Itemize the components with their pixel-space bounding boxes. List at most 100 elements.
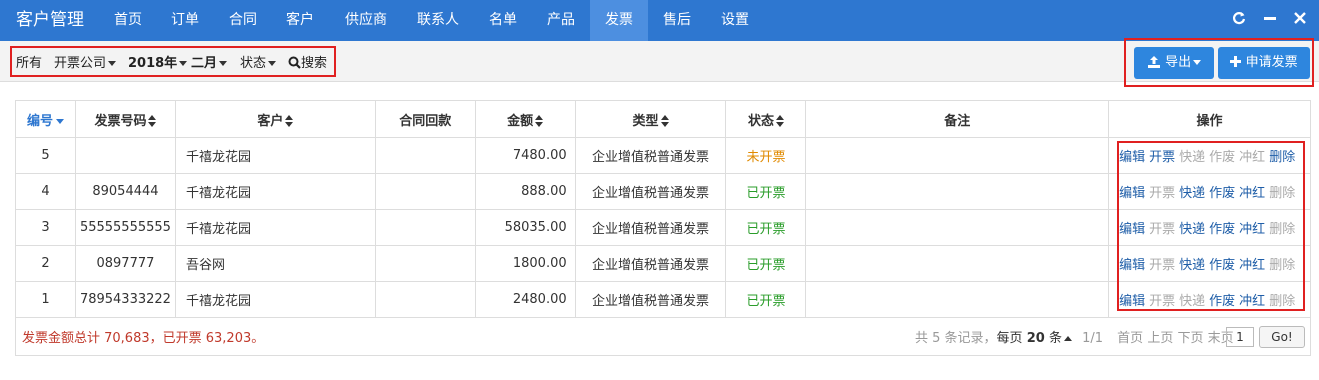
header-amount-label: 金额 (507, 113, 534, 129)
close-icon[interactable] (1290, 10, 1310, 30)
sort-icon (660, 115, 669, 127)
record-count: 共 5 条记录， (915, 331, 997, 346)
header-customer[interactable]: 客户 (174, 100, 376, 138)
filter-status-dropdown[interactable]: 状态 (240, 52, 277, 71)
cell-customer: 千禧龙花园 (174, 281, 376, 318)
header-status[interactable]: 状态 (725, 100, 807, 138)
per-page-dropdown[interactable]: 20 (1027, 331, 1045, 346)
nav-item-contracts[interactable]: 合同 (215, 0, 271, 41)
search-icon (288, 56, 301, 69)
filter-all[interactable]: 所有 (16, 52, 42, 71)
minimize-icon[interactable] (1260, 10, 1280, 30)
filter-month-label: 二月 (191, 56, 218, 71)
cell-invoice-no: 89054444 (74, 173, 176, 210)
per-page-prefix: 每页 (996, 331, 1023, 346)
header-contract-payment: 合同回款 (374, 100, 476, 138)
cell-amount: 2480.00 (474, 281, 576, 318)
plus-icon (1230, 56, 1242, 67)
refresh-icon[interactable] (1229, 10, 1249, 30)
prev-page-link[interactable]: 上页 (1147, 331, 1173, 346)
filter-year-dropdown[interactable]: 2018年 (128, 52, 188, 71)
apply-invoice-button[interactable]: 申请发票 (1218, 47, 1310, 79)
cell-status: 未开票 (725, 137, 807, 174)
per-page-suffix: 条 (1048, 331, 1062, 346)
header-customer-label: 客户 (257, 113, 284, 129)
cell-remark (805, 245, 1110, 282)
cell-contract-payment (374, 137, 476, 174)
chevron-down-icon (219, 61, 228, 66)
filter-company-label: 开票公司 (54, 56, 107, 71)
cell-contract-payment (374, 173, 476, 210)
cell-amount: 1800.00 (474, 245, 576, 282)
sort-icon (775, 115, 784, 127)
nav-item-after-sales[interactable]: 售后 (649, 0, 705, 41)
top-navbar: 客户管理 首页 订单 合同 客户 供应商 联系人 名单 产品 发票 售后 设置 (0, 0, 1319, 41)
invoice-summary: 发票金额总计 70,683，已开票 63,203。 (22, 331, 265, 346)
upload-icon (1147, 56, 1160, 68)
header-remark: 备注 (805, 100, 1110, 138)
page-number-input[interactable]: 1 (1226, 327, 1254, 347)
header-type-label: 类型 (632, 113, 659, 129)
nav-item-orders[interactable]: 订单 (157, 0, 213, 41)
header-id[interactable]: 编号 (15, 100, 76, 138)
chevron-down-icon (179, 61, 188, 66)
app-title: 客户管理 (16, 10, 84, 30)
cell-customer: 千禧龙花园 (174, 137, 376, 174)
cell-id: 3 (15, 209, 76, 246)
filter-company-dropdown[interactable]: 开票公司 (54, 52, 117, 71)
nav-item-customers[interactable]: 客户 (272, 0, 328, 41)
cell-invoice-no: 0897777 (74, 245, 176, 282)
nav-item-products[interactable]: 产品 (533, 0, 589, 41)
chevron-down-icon (108, 61, 117, 66)
header-invoice-no[interactable]: 发票号码 (74, 100, 176, 138)
cell-customer: 千禧龙花园 (174, 209, 376, 246)
header-amount[interactable]: 金额 (474, 100, 576, 138)
nav-item-invoices[interactable]: 发票 (590, 0, 648, 41)
cell-contract-payment (374, 209, 476, 246)
page-info: 1/1 (1082, 331, 1104, 346)
search-button[interactable]: 搜索 (288, 52, 327, 71)
sort-desc-icon (55, 118, 64, 124)
cell-type: 企业增值税普通发票 (574, 281, 727, 318)
sort-icon (148, 115, 157, 127)
first-page-link[interactable]: 首页 (1117, 331, 1143, 346)
export-label: 导出 (1165, 55, 1192, 70)
chevron-down-icon (1193, 60, 1202, 65)
header-type[interactable]: 类型 (574, 100, 727, 138)
cell-status: 已开票 (725, 281, 807, 318)
go-button[interactable]: Go! (1259, 326, 1305, 348)
nav-item-settings[interactable]: 设置 (707, 0, 763, 41)
cell-id: 4 (15, 173, 76, 210)
cell-type: 企业增值税普通发票 (574, 173, 727, 210)
cell-id: 1 (15, 281, 76, 318)
cell-amount: 58035.00 (474, 209, 576, 246)
chevron-down-icon (268, 61, 277, 66)
cell-amount: 7480.00 (474, 137, 576, 174)
nav-item-home[interactable]: 首页 (100, 0, 156, 41)
header-id-label: 编号 (26, 113, 53, 129)
export-button[interactable]: 导出 (1134, 47, 1214, 79)
apply-invoice-label: 申请发票 (1245, 55, 1298, 70)
cell-status: 已开票 (725, 245, 807, 282)
search-label: 搜索 (301, 56, 328, 71)
cell-type: 企业增值税普通发票 (574, 245, 727, 282)
cell-remark (805, 173, 1110, 210)
chevron-up-icon[interactable] (1063, 336, 1072, 341)
next-page-link[interactable]: 下页 (1177, 331, 1203, 346)
sort-icon (285, 115, 294, 127)
cell-contract-payment (374, 245, 476, 282)
nav-item-contacts[interactable]: 联系人 (403, 0, 473, 41)
cell-amount: 888.00 (474, 173, 576, 210)
filter-month-dropdown[interactable]: 二月 (191, 52, 228, 71)
header-ops: 操作 (1108, 100, 1311, 138)
cell-id: 2 (15, 245, 76, 282)
cell-customer: 千禧龙花园 (174, 173, 376, 210)
cell-invoice-no (74, 137, 176, 174)
nav-item-lists[interactable]: 名单 (475, 0, 531, 41)
cell-remark (805, 137, 1110, 174)
filter-status-label: 状态 (240, 56, 267, 71)
cell-type: 企业增值税普通发票 (574, 137, 727, 174)
nav-item-suppliers[interactable]: 供应商 (331, 0, 401, 41)
cell-contract-payment (374, 281, 476, 318)
filter-year-label: 2018年 (128, 56, 178, 71)
